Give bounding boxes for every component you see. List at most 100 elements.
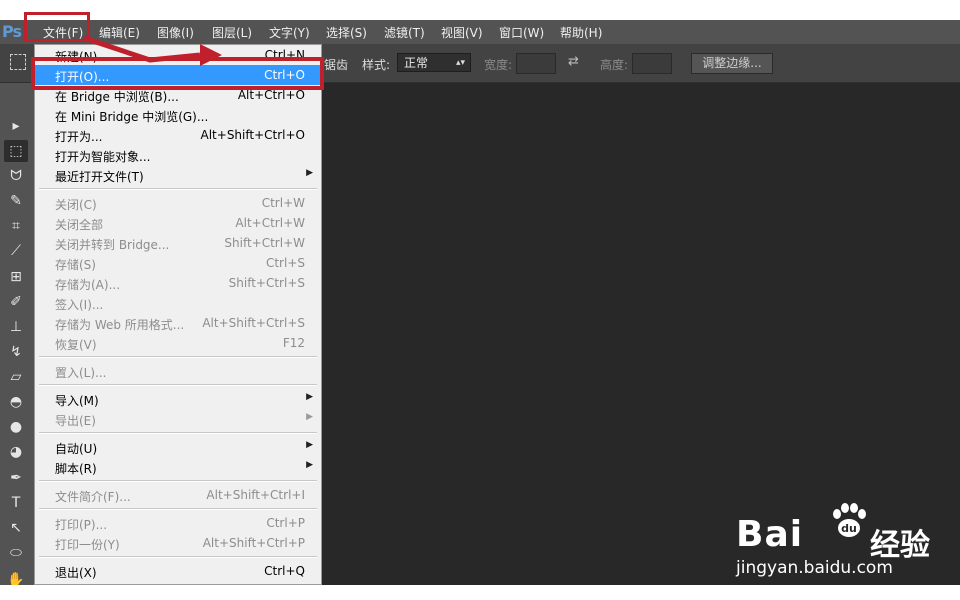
file-menu-item[interactable]: 打开为... Alt+Shift+Ctrl+O bbox=[35, 125, 321, 145]
pen-tool-icon[interactable]: ✒ bbox=[4, 467, 28, 489]
menu-separator bbox=[39, 556, 317, 558]
menu-separator bbox=[39, 188, 317, 190]
menu-item-shortcut: Alt+Shift+Ctrl+S bbox=[202, 316, 305, 330]
menu-item-label: 恢复(V) bbox=[55, 338, 97, 352]
menu-select[interactable]: 选择(S) bbox=[326, 24, 367, 41]
menu-separator bbox=[39, 432, 317, 434]
brush-tool-icon[interactable]: ✐ bbox=[4, 291, 28, 313]
menu-item-label: 打印(P)... bbox=[55, 518, 108, 532]
dodge-tool-icon[interactable]: ◕ bbox=[4, 441, 28, 463]
file-menu-item[interactable]: 自动(U) ▶ bbox=[35, 437, 321, 457]
shape-tool-icon[interactable]: ⬭ bbox=[4, 542, 28, 564]
menu-item-label: 存储(S) bbox=[55, 258, 96, 272]
submenu-arrow-icon: ▶ bbox=[306, 440, 313, 450]
menu-item-shortcut: Shift+Ctrl+W bbox=[224, 236, 305, 250]
antialias-label: 锯齿 bbox=[324, 58, 349, 72]
tools-panel: ▸ ⬚ ᗢ ✎ ⌗ ⟋ ⊞ ✐ ⊥ ↯ ▱ ◓ ● ◕ ✒ T ↖ ⬭ ✋ bbox=[0, 83, 34, 585]
eyedropper-tool-icon[interactable]: ⟋ bbox=[4, 240, 28, 262]
file-menu-item: 关闭全部 Alt+Ctrl+W bbox=[35, 213, 321, 233]
file-menu-item: 签入(I)... bbox=[35, 293, 321, 313]
menu-item-label: 打开为智能对象... bbox=[55, 150, 151, 164]
file-menu-item: 打印(P)... Ctrl+P bbox=[35, 513, 321, 533]
menu-item-label: 关闭全部 bbox=[55, 218, 104, 232]
lasso-tool-icon[interactable]: ᗢ bbox=[4, 165, 28, 187]
annotation-box-open-item bbox=[31, 57, 324, 90]
submenu-arrow-icon: ▶ bbox=[306, 412, 313, 422]
menu-window[interactable]: 窗口(W) bbox=[499, 24, 544, 41]
watermark-url: jingyan.baidu.com bbox=[736, 558, 893, 578]
menu-item-shortcut: Ctrl+P bbox=[266, 516, 305, 530]
menu-image[interactable]: 图像(I) bbox=[157, 24, 194, 41]
marquee-preset-icon[interactable] bbox=[10, 54, 26, 70]
menu-item-shortcut: Ctrl+W bbox=[261, 196, 305, 210]
menu-item-shortcut: F12 bbox=[282, 336, 305, 350]
menu-item-label: 文件简介(F)... bbox=[55, 490, 131, 504]
menu-item-shortcut: Ctrl+S bbox=[265, 256, 305, 270]
file-menu-item[interactable]: 退出(X) Ctrl+Q bbox=[35, 561, 321, 581]
menu-item-shortcut: Alt+Shift+Ctrl+P bbox=[202, 536, 305, 550]
style-select-value: 正常 bbox=[404, 56, 429, 70]
menu-filter[interactable]: 滤镜(T) bbox=[384, 24, 425, 41]
menu-edit[interactable]: 编辑(E) bbox=[99, 24, 140, 41]
menu-item-label: 关闭(C) bbox=[55, 198, 97, 212]
menu-separator bbox=[39, 508, 317, 510]
hand-tool-icon[interactable]: ✋ bbox=[4, 569, 28, 585]
menu-bar: Ps 文件(F) 编辑(E) 图像(I) 图层(L) 文字(Y) 选择(S) 滤镜(T) 视图… bbox=[0, 20, 960, 44]
quick-select-tool-icon[interactable]: ✎ bbox=[4, 190, 28, 212]
crop-tool-icon[interactable]: ⌗ bbox=[4, 215, 28, 237]
menu-item-shortcut: Alt+Ctrl+O bbox=[237, 88, 305, 102]
menu-item-label: 自动(U) bbox=[55, 442, 98, 456]
move-tool-icon[interactable]: ▸ bbox=[4, 115, 28, 137]
refine-edge-button[interactable]: 调整边缘... bbox=[691, 53, 773, 74]
file-menu-item[interactable]: 导入(M) ▶ bbox=[35, 389, 321, 409]
menu-item-label: 在 Bridge 中浏览(B)... bbox=[55, 90, 179, 104]
clone-stamp-tool-icon[interactable]: ⊥ bbox=[4, 316, 28, 338]
type-tool-icon[interactable]: T bbox=[4, 492, 28, 514]
submenu-arrow-icon: ▶ bbox=[306, 392, 313, 402]
menu-item-label: 存储为 Web 所用格式... bbox=[55, 318, 185, 332]
menu-separator bbox=[39, 356, 317, 358]
menu-item-label: 在 Mini Bridge 中浏览(G)... bbox=[55, 110, 209, 124]
menu-item-shortcut: Alt+Shift+Ctrl+O bbox=[200, 128, 305, 142]
file-menu-item[interactable]: 在 Mini Bridge 中浏览(G)... bbox=[35, 105, 321, 125]
menu-item-label: 脚本(R) bbox=[55, 462, 97, 476]
menu-item-shortcut: Shift+Ctrl+S bbox=[228, 276, 305, 290]
rect-marquee-tool-icon[interactable]: ⬚ bbox=[4, 140, 28, 162]
select-arrow-icon: ▴▾ bbox=[455, 58, 465, 68]
menu-item-label: 退出(X) bbox=[55, 566, 97, 580]
swap-icon[interactable]: ⇄ bbox=[568, 54, 579, 69]
menu-help[interactable]: 帮助(H) bbox=[560, 24, 602, 41]
path-select-tool-icon[interactable]: ↖ bbox=[4, 517, 28, 539]
menu-item-label: 签入(I)... bbox=[55, 298, 104, 312]
style-label: 样式: bbox=[362, 58, 391, 72]
menu-separator bbox=[39, 480, 317, 482]
file-menu-dropdown: 新建(N)... Ctrl+N 打开(O)... Ctrl+O 在 Bridge 中浏览… bbox=[34, 44, 322, 585]
eraser-tool-icon[interactable]: ▱ bbox=[4, 366, 28, 388]
menu-type[interactable]: 文字(Y) bbox=[269, 24, 310, 41]
style-select[interactable]: 正常 ▴▾ bbox=[397, 53, 471, 72]
blur-tool-icon[interactable]: ● bbox=[4, 416, 28, 438]
file-menu-item: 存储为(A)... Shift+Ctrl+S bbox=[35, 273, 321, 293]
menu-item-label: 关闭并转到 Bridge... bbox=[55, 238, 170, 252]
height-input[interactable] bbox=[632, 53, 672, 74]
file-menu-item: 存储(S) Ctrl+S bbox=[35, 253, 321, 273]
baidu-watermark: Bai du 经验 jingyan.baidu.com bbox=[736, 498, 936, 578]
menu-view[interactable]: 视图(V) bbox=[441, 24, 483, 41]
file-menu-item[interactable]: 脚本(R) ▶ bbox=[35, 457, 321, 477]
menu-item-label: 打开为... bbox=[55, 130, 103, 144]
file-menu-item: 关闭并转到 Bridge... Shift+Ctrl+W bbox=[35, 233, 321, 253]
file-menu-item[interactable]: 打开为智能对象... bbox=[35, 145, 321, 165]
annotation-box-file-menu bbox=[24, 12, 90, 42]
paint-bucket-tool-icon[interactable]: ◓ bbox=[4, 391, 28, 413]
file-menu-item: 置入(L)... bbox=[35, 361, 321, 381]
file-menu-item: 存储为 Web 所用格式... Alt+Shift+Ctrl+S bbox=[35, 313, 321, 333]
menu-layer[interactable]: 图层(L) bbox=[212, 24, 252, 41]
watermark-brand: Bai bbox=[736, 514, 804, 555]
ps-logo: Ps bbox=[2, 22, 22, 41]
menu-item-label: 存储为(A)... bbox=[55, 278, 121, 292]
healing-brush-tool-icon[interactable]: ⊞ bbox=[4, 266, 28, 288]
file-menu-item[interactable]: 最近打开文件(T) ▶ bbox=[35, 165, 321, 185]
history-brush-tool-icon[interactable]: ↯ bbox=[4, 341, 28, 363]
menu-item-shortcut: Alt+Shift+Ctrl+I bbox=[206, 488, 305, 502]
width-input[interactable] bbox=[516, 53, 556, 74]
